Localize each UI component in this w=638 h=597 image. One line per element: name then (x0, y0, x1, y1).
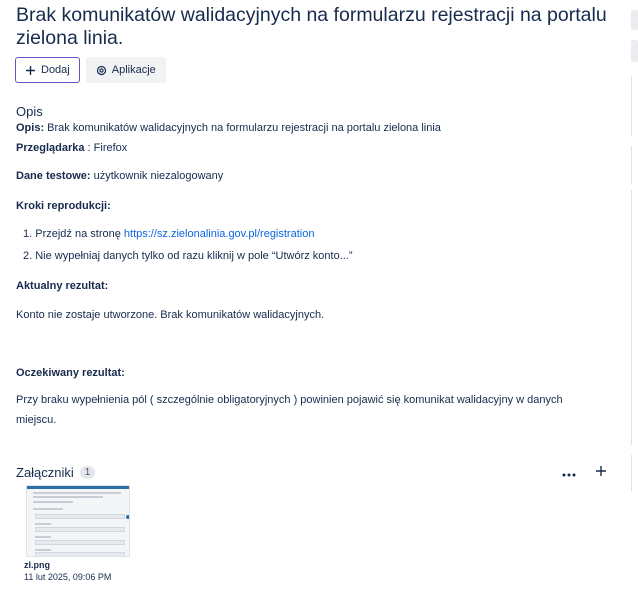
opis-value: Brak komunikatów walidacyjnych na formul… (44, 122, 441, 134)
step-item: 1. Przejdź na stronę https://sz.zielonal… (23, 228, 353, 250)
expected-label: Oczekiwany rezultat: (16, 367, 125, 379)
side-panel-divider (631, 76, 632, 136)
attachments-header: Załączniki 1 (16, 465, 96, 480)
thumbnail-line (33, 501, 73, 503)
steps-heading: Kroki reprodukcji: (16, 200, 111, 212)
thumbnail-line (33, 508, 63, 510)
attachments-actions (560, 464, 610, 482)
thumbnail-line (35, 536, 51, 538)
step1-text: 1. Przejdź na stronę (23, 228, 124, 240)
thumbnail-field (35, 527, 125, 532)
testdata-label: Dane testowe: (16, 170, 91, 182)
plus-icon (595, 464, 607, 482)
step-item: 2. Nie wypełniaj danych tylko od razu kl… (23, 250, 353, 272)
thumbnail-field (35, 514, 125, 519)
thumbnail-line (33, 492, 121, 494)
apps-button-label: Aplikacje (111, 64, 156, 76)
steps-label: Kroki reprodukcji: (16, 200, 111, 212)
add-button-label: Dodaj (41, 64, 70, 76)
issue-title[interactable]: Brak komunikatów walidacyjnych na formul… (16, 4, 616, 50)
side-panel-stub (631, 40, 638, 62)
opis-label: Opis: (16, 122, 45, 134)
side-panel-divider (631, 146, 632, 184)
thumbnail-dot (126, 515, 129, 519)
testdata-value: użytkownik niezalogowany (90, 170, 224, 182)
testdata-line: Dane testowe: użytkownik niezalogowany (16, 170, 223, 182)
actual-label: Aktualny rezultat: (16, 280, 109, 292)
more-horizontal-icon (562, 464, 576, 482)
expected-heading: Oczekiwany rezultat: (16, 367, 125, 379)
thumbnail-header-bar (27, 486, 129, 489)
attachment-date: 11 lut 2025, 09:06 PM (24, 572, 112, 582)
browser-line: Przeglądarka : Firefox (16, 142, 127, 154)
side-panel-divider (631, 455, 632, 491)
thumbnail-line (35, 523, 51, 525)
add-button[interactable]: Dodaj (15, 57, 80, 83)
step2-text: 2. Nie wypełniaj danych tylko od razu kl… (23, 250, 353, 262)
opis-line: Opis: Brak komunikatów walidacyjnych na … (16, 122, 441, 134)
actual-value: Konto nie zostaje utworzone. Brak komuni… (16, 309, 325, 321)
attachments-heading: Załączniki (16, 465, 74, 480)
plus-icon (25, 65, 36, 76)
expected-value: Przy braku wypełnienia pól ( szczególnie… (16, 394, 563, 426)
thumbnail-line (33, 496, 103, 498)
apps-icon (96, 65, 107, 76)
attachments-count-badge: 1 (79, 466, 96, 479)
side-panel-stub (631, 10, 638, 30)
thumbnail-field (35, 540, 125, 545)
attachment-file-name[interactable]: zl.png (24, 560, 50, 570)
more-options-button[interactable] (560, 464, 578, 482)
browser-label: Przeglądarka (16, 142, 85, 154)
thumbnail-line (35, 549, 51, 551)
side-panel-divider (631, 190, 632, 445)
issue-toolbar: Dodaj Aplikacje (15, 57, 166, 83)
apps-button[interactable]: Aplikacje (85, 57, 166, 83)
attachment-card[interactable]: zl.png 11 lut 2025, 09:06 PM (24, 483, 142, 586)
actual-heading: Aktualny rezultat: (16, 280, 108, 292)
steps-list: 1. Przejdź na stronę https://sz.zielonal… (23, 228, 353, 272)
browser-value: : Firefox (84, 142, 128, 154)
attachment-thumbnail[interactable] (26, 485, 130, 557)
registration-link[interactable]: https://sz.zielonalinia.gov.pl/registrat… (124, 228, 315, 240)
description-heading: Opis (16, 104, 43, 119)
add-attachment-button[interactable] (592, 464, 610, 482)
thumbnail-field (35, 552, 125, 556)
